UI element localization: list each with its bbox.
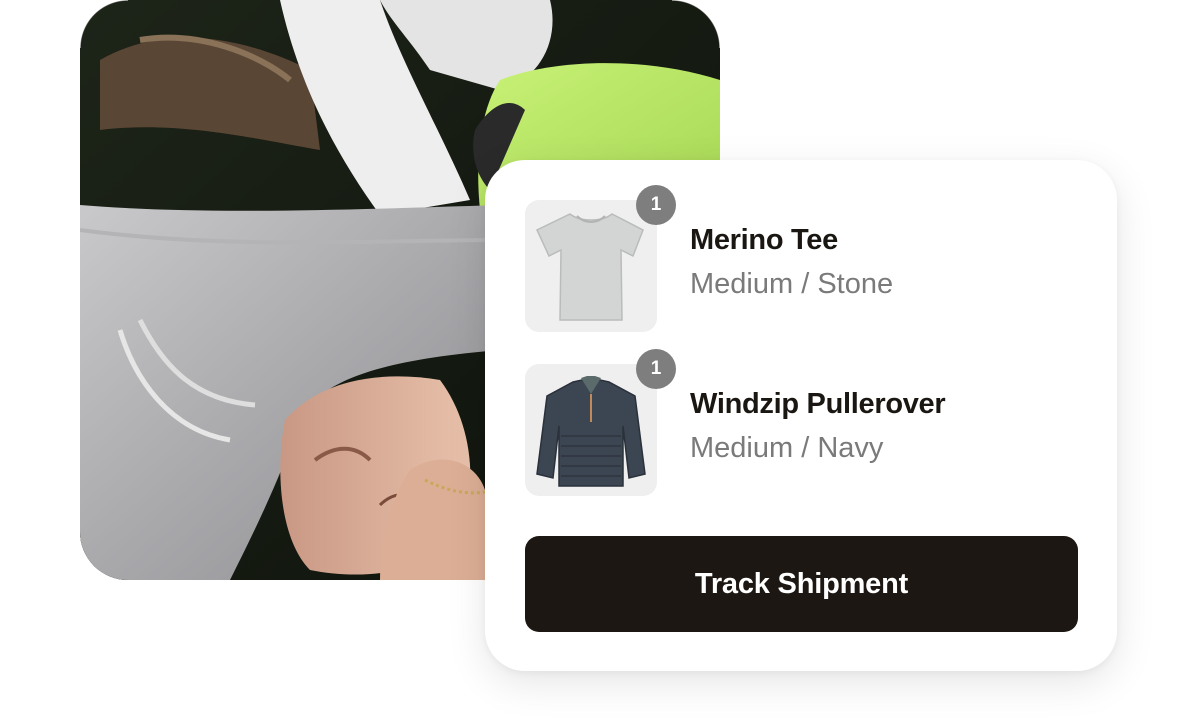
quantity-badge: 1: [636, 185, 676, 225]
item-variant: Medium / Navy: [690, 432, 884, 464]
track-shipment-button[interactable]: Track Shipment: [525, 536, 1078, 632]
order-item[interactable]: 1 Merino Tee Medium / Stone: [525, 185, 1085, 332]
pullover-icon: [536, 376, 646, 487]
item-thumbnail: [525, 200, 657, 332]
quantity-badge: 1: [636, 349, 676, 389]
tshirt-icon: [536, 213, 644, 321]
item-name: Windzip Pullerover: [690, 388, 946, 420]
order-item[interactable]: 1 Windzip Pullerover Medium / Navy: [525, 349, 1085, 496]
item-variant: Medium / Stone: [690, 268, 894, 300]
item-thumbnail: [525, 364, 657, 496]
order-card: 1 Merino Tee Medium / Stone 1 Windzip Pu…: [485, 160, 1117, 671]
item-name: Merino Tee: [690, 224, 838, 256]
